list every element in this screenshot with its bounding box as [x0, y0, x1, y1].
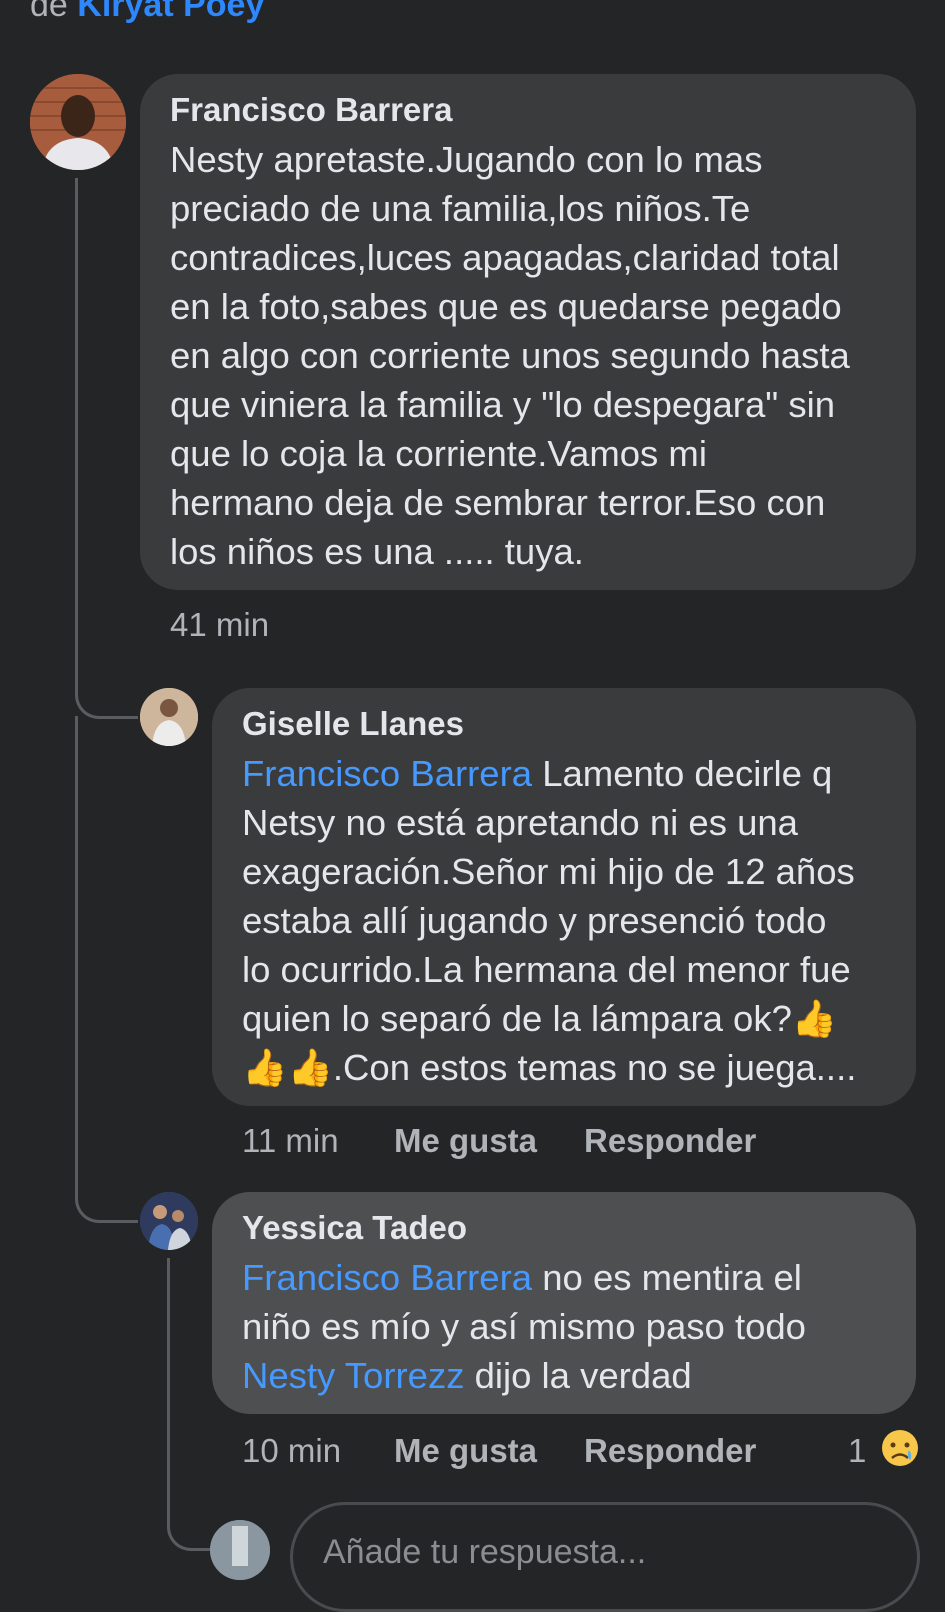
- comment-text: Nesty apretaste.Jugando con lo mas preci…: [170, 139, 850, 572]
- reply-bubble: Giselle Llanes Francisco Barrera Lamento…: [212, 688, 916, 1106]
- reply-button[interactable]: Responder: [584, 1432, 756, 1470]
- like-button[interactable]: Me gusta: [394, 1432, 537, 1470]
- thread-line-branch: [75, 716, 138, 1223]
- reply-text-rest: Netsy no está apretando ni es una exager…: [242, 802, 857, 1088]
- avatar-photo-icon: [140, 688, 198, 746]
- reply-text-part2: dijo la verdad: [464, 1355, 692, 1396]
- reaction-summary[interactable]: 1: [848, 1428, 920, 1470]
- thread-line-reply: [167, 1258, 212, 1551]
- sad-face-icon: [881, 1430, 918, 1466]
- comment-time: 41 min: [170, 606, 270, 643]
- mention-link[interactable]: Francisco Barrera: [242, 1257, 532, 1298]
- reply-bubble: Yessica Tadeo Francisco Barrera no es me…: [212, 1192, 916, 1414]
- group-link[interactable]: Kiryat Poey: [77, 0, 264, 24]
- reply-author[interactable]: Yessica Tadeo: [242, 1208, 886, 1248]
- avatar[interactable]: [30, 74, 126, 170]
- like-label: Me gusta: [394, 1432, 538, 1469]
- reply-input[interactable]: Añade tu respuesta...: [290, 1502, 920, 1612]
- avatar-photo-icon: [210, 1520, 270, 1580]
- avatar-photo-icon: [140, 1192, 198, 1250]
- reply-text-line1: Lamento decirle q: [532, 753, 833, 794]
- reaction-count: 1: [848, 1432, 867, 1469]
- reply-label: Responder: [584, 1432, 757, 1469]
- reply-time: 10 min: [242, 1432, 342, 1469]
- comment-bubble: Francisco Barrera Nesty apretaste.Jugand…: [140, 74, 916, 590]
- group-context: de Kiryat Poey: [30, 0, 264, 25]
- reply-time: 11 min: [242, 1122, 339, 1159]
- reply-text: Francisco Barrera no es mentira el niño …: [242, 1253, 886, 1400]
- reply-text: Francisco Barrera Lamento decirle q Nets…: [242, 749, 886, 1092]
- like-button[interactable]: Me gusta: [394, 1122, 537, 1160]
- reply-author[interactable]: Giselle Llanes: [242, 704, 886, 744]
- mention-link[interactable]: Francisco Barrera: [242, 753, 532, 794]
- context-prefix: de: [30, 0, 68, 24]
- comment-author[interactable]: Francisco Barrera: [170, 90, 886, 130]
- thread-line-main: [75, 178, 138, 719]
- avatar[interactable]: [140, 688, 198, 746]
- mention-link[interactable]: Nesty Torrezz: [242, 1355, 464, 1396]
- avatar[interactable]: [140, 1192, 198, 1250]
- avatar-photo-icon: [30, 74, 126, 170]
- avatar: [210, 1520, 270, 1580]
- reply-button[interactable]: Responder: [584, 1122, 756, 1160]
- like-label: Me gusta: [394, 1122, 538, 1159]
- reply-label: Responder: [584, 1122, 757, 1159]
